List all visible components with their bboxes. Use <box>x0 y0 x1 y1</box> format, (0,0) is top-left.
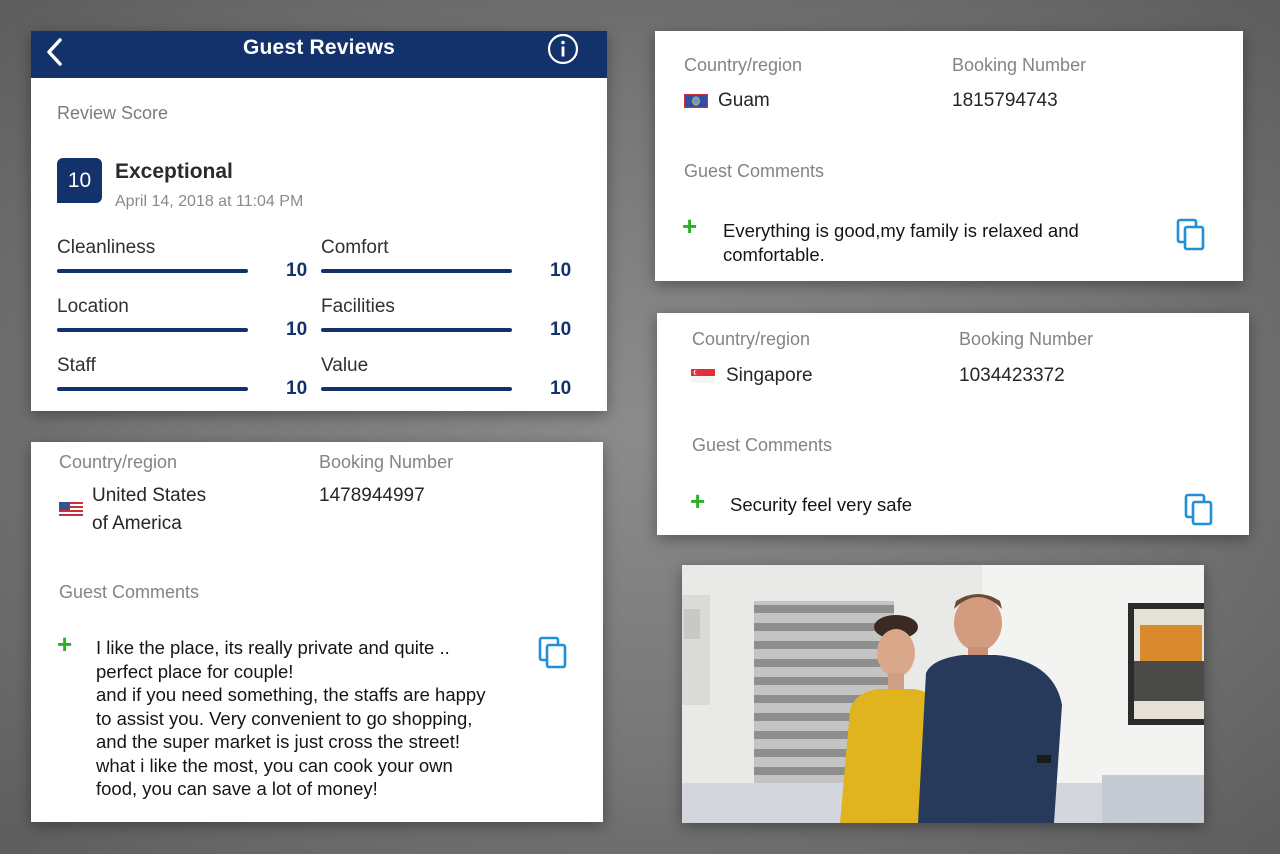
us-flag-icon <box>59 502 83 516</box>
subscore-bar <box>321 269 512 273</box>
booking-label: Booking Number <box>959 329 1094 349</box>
subscore-bar <box>57 269 248 273</box>
subscore-bar-fill <box>57 387 248 391</box>
subscore-value: 10 <box>286 378 308 399</box>
country-value: Singapore <box>726 365 813 386</box>
info-icon[interactable] <box>547 33 579 65</box>
review-score-label: Review Score <box>57 103 169 123</box>
guam-flag-icon <box>684 94 708 108</box>
review-date: April 14, 2018 at 11:04 PM <box>115 193 304 210</box>
country-label: Country/region <box>59 452 178 472</box>
country-label: Country/region <box>692 329 811 349</box>
subscore-value: 10 <box>286 319 308 340</box>
subscore-label: Location <box>57 296 129 317</box>
subscore-cleanliness: Cleanliness 10 <box>57 237 317 287</box>
subscore-value: 10 <box>286 260 308 281</box>
subscore-bar-fill <box>321 328 512 332</box>
booking-number: 1478944997 <box>319 485 425 506</box>
review-score-card: Guest Reviews Review Score 10 Exceptiona… <box>31 31 607 411</box>
subscore-label: Facilities <box>321 296 395 317</box>
positive-plus-icon: + <box>682 211 698 241</box>
score-badge: 10 <box>57 158 102 203</box>
subscore-label: Staff <box>57 355 96 376</box>
comment-text: I like the place, its really private and… <box>96 637 486 799</box>
subscore-bar-fill <box>321 269 512 273</box>
copy-icon[interactable] <box>538 636 568 670</box>
subscore-bar <box>57 387 248 391</box>
subscore-label: Cleanliness <box>57 237 156 258</box>
subscore-value: 10 <box>550 378 572 399</box>
country-value-line2: of America <box>92 513 182 534</box>
country-value-line1: United States <box>92 485 207 506</box>
guest-comments-label: Guest Comments <box>684 161 825 181</box>
guest-comments-label: Guest Comments <box>59 582 200 602</box>
booking-label: Booking Number <box>952 55 1087 75</box>
subscore-bar-fill <box>321 387 512 391</box>
booking-label: Booking Number <box>319 452 454 472</box>
subscore-value: 10 <box>550 260 572 281</box>
subscore-label: Value <box>321 355 369 376</box>
booking-number: 1815794743 <box>952 90 1058 111</box>
guest-photo <box>682 565 1204 823</box>
comment-text: Security feel very safe <box>730 494 912 515</box>
positive-plus-icon: + <box>690 486 706 516</box>
copy-icon[interactable] <box>1176 218 1206 252</box>
subscore-bar-fill <box>57 269 248 273</box>
positive-plus-icon: + <box>57 629 73 659</box>
review-card-guam: Country/region Booking Number Guam 18157… <box>655 31 1243 281</box>
subscore-label: Comfort <box>321 237 389 258</box>
country-label: Country/region <box>684 55 803 75</box>
page-title: Guest Reviews <box>243 36 395 59</box>
subscore-value: 10 <box>550 319 572 340</box>
comment-text: Everything is good,my family is relaxed … <box>723 220 1079 265</box>
subscore-facilities: Facilities 10 <box>321 296 581 346</box>
singapore-flag-icon <box>691 369 715 383</box>
subscore-comfort: Comfort 10 <box>321 237 581 287</box>
review-card-singapore: Country/region Booking Number Singapore … <box>657 313 1249 535</box>
guest-comments-label: Guest Comments <box>692 435 833 455</box>
subscore-bar <box>321 387 512 391</box>
subscore-staff: Staff 10 <box>57 355 317 405</box>
country-value: Guam <box>718 90 770 111</box>
review-card-usa: Country/region Booking Number United Sta… <box>31 442 603 822</box>
booking-number: 1034423372 <box>959 365 1065 386</box>
subscore-bar-fill <box>57 328 248 332</box>
subscore-value-score: Value 10 <box>321 355 581 405</box>
score-word: Exceptional <box>115 160 233 183</box>
subscore-bar <box>57 328 248 332</box>
copy-icon[interactable] <box>1184 493 1214 527</box>
header-bar: Guest Reviews <box>31 31 607 78</box>
subscore-location: Location 10 <box>57 296 317 346</box>
subscore-bar <box>321 328 512 332</box>
